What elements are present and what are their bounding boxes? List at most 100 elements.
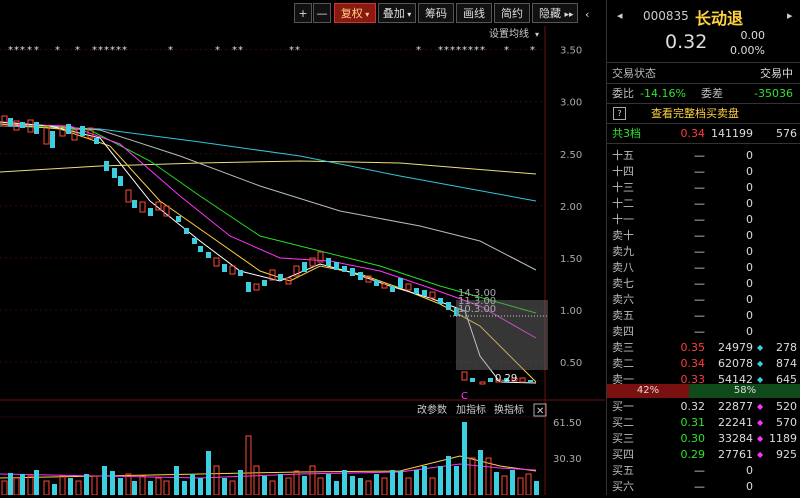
marker-c: C	[461, 391, 468, 402]
candle	[43, 125, 50, 145]
next-stock-icon[interactable]: ▸	[787, 9, 793, 22]
candle	[528, 380, 533, 382]
jianyue-button[interactable]: 简约	[494, 3, 530, 23]
candle	[326, 258, 331, 266]
candle	[66, 124, 71, 134]
candle	[488, 378, 493, 382]
volume-bar	[398, 471, 403, 495]
price-annotation: 0.29	[495, 373, 517, 384]
buy-sell-ratio-bar: 42% 58%	[607, 384, 800, 398]
ma-line-2	[0, 125, 537, 202]
price-change-pct: 0.00%	[730, 44, 765, 57]
sell-row[interactable]: 十三 —0	[607, 179, 800, 196]
zoom-in-button[interactable]: +	[294, 3, 312, 23]
overlay-line-3: 10.3.00	[458, 304, 496, 315]
weicha-value: -35036	[754, 87, 793, 100]
candle	[262, 280, 267, 286]
volume-bar	[438, 466, 443, 495]
sell-row[interactable]: 十五 —0	[607, 147, 800, 164]
choumao-button[interactable]: 筹码	[418, 3, 454, 23]
candle	[414, 288, 419, 294]
volume-bar	[27, 475, 34, 496]
event-star-icon: *	[14, 45, 19, 56]
expand-arrows-icon: ▸▸	[564, 10, 574, 20]
candle	[461, 371, 468, 381]
y-tick-label: 3.50	[560, 46, 582, 57]
volume-bar	[350, 476, 355, 495]
sell-row[interactable]: 卖六 —0	[607, 291, 800, 308]
buy-row[interactable]: 买六 —0	[607, 478, 800, 495]
candle	[94, 138, 99, 144]
volume-bar	[365, 480, 372, 496]
event-star-icon: *	[289, 45, 294, 56]
fuquan-button[interactable]: 复权 ▾	[334, 3, 376, 23]
event-star-icon: *	[295, 45, 300, 56]
event-star-icon: *	[215, 45, 220, 56]
candle	[104, 161, 109, 171]
sell-row[interactable]: 卖五 —0	[607, 307, 800, 324]
quote-panel: ◂ 000835 长动退 ▸ 0.32 0.00 0.00% 交易状态 交易中 …	[606, 0, 800, 495]
y-tick-label: 2.50	[560, 150, 582, 161]
last-price: 0.32	[665, 31, 708, 53]
sell-row[interactable]: 卖七 —0	[607, 275, 800, 292]
sell-row[interactable]: 十四 —0	[607, 163, 800, 180]
candle	[350, 268, 355, 276]
candle	[278, 274, 283, 280]
total-levels-row: 共3档 0.34 141199 576	[612, 127, 797, 140]
candle	[374, 280, 379, 286]
event-star-icon: *	[456, 45, 461, 56]
sell-row[interactable]: 卖二 0.34 62078 ◆ 874	[607, 355, 800, 372]
buy-row[interactable]: 买五 —0	[607, 462, 800, 479]
buy-row[interactable]: 买二 0.31 22241 ◆ 570	[607, 414, 800, 431]
event-star-icon: *	[416, 45, 421, 56]
collapse-arrow-icon[interactable]: ‹	[585, 8, 589, 21]
volume-bar	[429, 477, 436, 496]
yincang-button[interactable]: 隐藏 ▸▸	[532, 3, 578, 23]
ma-settings-label: 设置均线	[489, 27, 529, 40]
candle	[198, 246, 203, 252]
candle	[238, 270, 243, 276]
sell-row[interactable]: 卖九 —0	[607, 243, 800, 260]
sell-row[interactable]: 十一 —0	[607, 211, 800, 228]
volume-bar	[454, 466, 459, 495]
buy-row[interactable]: 买三 0.30 33284 ◆ 1189	[607, 430, 800, 447]
volume-bar	[534, 481, 539, 495]
zoom-out-button[interactable]: —	[313, 3, 331, 23]
buy-row[interactable]: 买四 0.29 27761 ◆ 925	[607, 446, 800, 463]
event-star-icon: *	[75, 45, 80, 56]
status-row: 交易状态 交易中	[612, 67, 793, 80]
candle	[309, 257, 316, 267]
volume-bar	[510, 470, 515, 495]
event-star-icon: *	[238, 45, 243, 56]
sell-row[interactable]: 卖四 —0	[607, 323, 800, 340]
volume-bar	[317, 477, 324, 496]
buy-row[interactable]: 买一 0.32 22877 ◆ 520	[607, 398, 800, 415]
vol-add-indicator-button: 加指标	[456, 403, 486, 416]
sell-row[interactable]: 卖十 —0	[607, 227, 800, 244]
volume-bar	[139, 475, 146, 496]
candle	[334, 262, 339, 270]
huaxian-button[interactable]: 画线	[456, 3, 492, 23]
sell-row[interactable]: 卖三 0.35 24979 ◆ 278	[607, 339, 800, 356]
kline-svg[interactable]: 3.503.002.502.001.501.000.50 * * * * * * * * * * *…	[0, 26, 605, 496]
diejia-button[interactable]: 叠加 ▾	[378, 3, 416, 23]
prev-stock-icon[interactable]: ◂	[617, 9, 623, 22]
volume-bar	[478, 450, 483, 495]
volume-bar	[269, 480, 276, 496]
volume-bar	[229, 480, 236, 496]
volume-bar	[342, 470, 347, 495]
volume-bar	[238, 470, 243, 495]
candle	[246, 282, 251, 292]
vol-tick-1: 61.50	[553, 418, 582, 429]
event-star-icon: *	[104, 45, 109, 56]
candle	[206, 252, 211, 258]
sell-row[interactable]: 卖八 —0	[607, 259, 800, 276]
event-star-icon: *	[450, 45, 455, 56]
kline-chart[interactable]: 3.50 3.00 2.50 2.00 1.50 1.00 0.50 * * * * * * * * * * *…	[0, 26, 605, 496]
volume-bar	[245, 435, 252, 496]
full-book-link[interactable]: ? 查看完整档买卖盘	[607, 105, 800, 122]
sell-row[interactable]: 十二 —0	[607, 195, 800, 212]
volume-bar	[213, 465, 220, 496]
volume-bar	[302, 476, 307, 495]
vol-switch-indicator-button: 换指标	[494, 403, 524, 416]
